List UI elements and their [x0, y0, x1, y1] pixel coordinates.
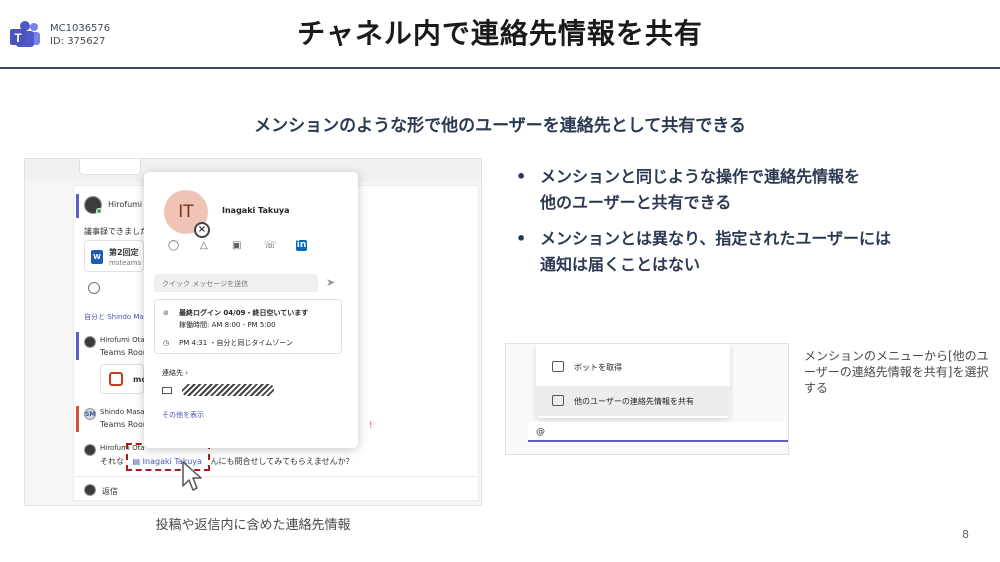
chat-icon[interactable]: ◯ [168, 240, 179, 251]
reply-button[interactable]: 返信 [102, 486, 118, 497]
file-attachment[interactable]: mo [100, 364, 147, 394]
bullet-line: メンションとは異なり、指定されたユーザーには [540, 229, 892, 248]
message-accent-bar [76, 332, 79, 360]
bullet-line: 他のユーザーと共有できる [540, 193, 732, 212]
status-row: ⊘ 最終ログイン 04/09・終日空いています [163, 308, 308, 318]
avatar[interactable] [84, 444, 96, 456]
local-time: PM 4:31 ・自分と同じタイムゾーン [179, 339, 293, 347]
bullet-line: 通知は届くことはない [540, 255, 701, 274]
presence-dot [96, 208, 102, 214]
org-chart-icon[interactable]: △ [200, 240, 208, 251]
screenshot-caption: 投稿や返信内に含めた連絡先情報 [155, 518, 351, 533]
contact-heading: 連絡先 [162, 369, 183, 377]
contact-card-popup: IT × Inagaki Takuya ◯ △ ▣ ☏ in クイック メッセー… [144, 172, 358, 448]
contact-card-icon [552, 395, 564, 406]
bullet-item: • メンションとは異なり、指定されたユーザーには 通知は届くことはない [512, 226, 982, 278]
mail-icon [162, 387, 172, 394]
recording-file-icon [109, 372, 123, 386]
menu-item-share-contact[interactable]: 他のユーザーの連絡先情報を共有 [536, 386, 730, 416]
page-title: チャネル内で連絡先情報を共有 [297, 17, 703, 50]
bullet-line: メンションと同じような操作で連絡先情報を [540, 167, 861, 186]
menu-item-get-bot[interactable]: ボットを取得 [536, 352, 730, 382]
video-call-icon[interactable]: ▣ [232, 240, 241, 251]
bot-icon [552, 361, 564, 372]
status-line: 最終ログイン 04/09・終日空いています [179, 309, 309, 317]
avatar[interactable] [84, 196, 102, 214]
bullet-mark: • [516, 167, 527, 186]
file-attachment[interactable]: W 第2回定 msteams [84, 240, 144, 272]
contact-name: Inagaki Takuya [222, 206, 290, 215]
compose-box[interactable]: @ [528, 422, 788, 442]
send-icon[interactable]: ➤ [326, 276, 335, 289]
blocked-icon: ⊘ [163, 309, 169, 317]
message-text: 議事録できました [84, 227, 148, 236]
reply-summary[interactable]: 自分と Shindo Masa [84, 312, 152, 322]
mention-menu-screenshot: ボットを取得 他のユーザーの連絡先情報を共有 @ [505, 343, 789, 455]
bullet-list: • メンションと同じような操作で連絡先情報を 他のユーザーと共有できる • メン… [512, 164, 982, 288]
file-name: 第2回定 [109, 248, 139, 257]
message-author: Shindo Masar [100, 408, 148, 416]
message-prefix: それな [100, 457, 124, 466]
reply-divider [74, 476, 478, 477]
message-author: Hirofumi Ota [100, 336, 145, 344]
clock-icon: ◷ [163, 339, 170, 347]
bullet-item: • メンションと同じような操作で連絡先情報を 他のユーザーと共有できる [512, 164, 982, 216]
time-row: ◷ PM 4:31 ・自分と同じタイムゾーン [163, 338, 293, 348]
quick-message-input[interactable]: クイック メッセージを送信 [154, 274, 318, 292]
word-file-icon: W [91, 250, 103, 264]
avatar[interactable] [84, 336, 96, 348]
contact-section-header[interactable]: 連絡先 › [162, 368, 188, 378]
blocked-status-icon: × [194, 222, 210, 238]
linkedin-icon[interactable]: in [296, 240, 307, 251]
message-suffix: んにも問合せしてみてもらえませんか？ [210, 457, 354, 466]
availability-box: ⊘ 最終ログイン 04/09・終日空いています 稼働時間: AM 8:00 - P… [154, 299, 342, 354]
contact-actions: ◯ △ ▣ ☏ in [168, 240, 318, 254]
phone-icon[interactable]: ☏ [264, 240, 277, 251]
show-more-link[interactable]: その他を表示 [162, 410, 204, 420]
chevron-right-icon: › [185, 369, 189, 377]
menu-item-label: 他のユーザーの連絡先情報を共有 [574, 397, 694, 406]
header-divider [0, 67, 1000, 69]
menu-caption: メンションのメニューから[他のユーザーの連絡先情報を共有]を選択する [804, 349, 989, 395]
warning-mark: ! [369, 421, 373, 431]
thread-accent-bar [76, 194, 79, 218]
working-hours: 稼働時間: AM 8:00 - PM 5:00 [179, 321, 276, 329]
file-subtext: msteams [109, 259, 142, 267]
message-accent-bar [76, 406, 79, 432]
cursor-arrow-icon [182, 461, 202, 491]
bullet-mark: • [516, 229, 527, 248]
add-reaction-icon[interactable] [88, 282, 100, 294]
slide-subtitle: メンションのような形で他のユーザーを連絡先として共有できる [254, 116, 746, 136]
redacted-email [182, 384, 274, 396]
top-tab [79, 159, 141, 175]
page-number: 8 [962, 528, 969, 541]
mention-menu: ボットを取得 他のユーザーの連絡先情報を共有 [536, 344, 730, 418]
avatar[interactable]: SM [84, 408, 96, 420]
menu-item-label: ボットを取得 [574, 363, 622, 372]
avatar [84, 484, 96, 496]
